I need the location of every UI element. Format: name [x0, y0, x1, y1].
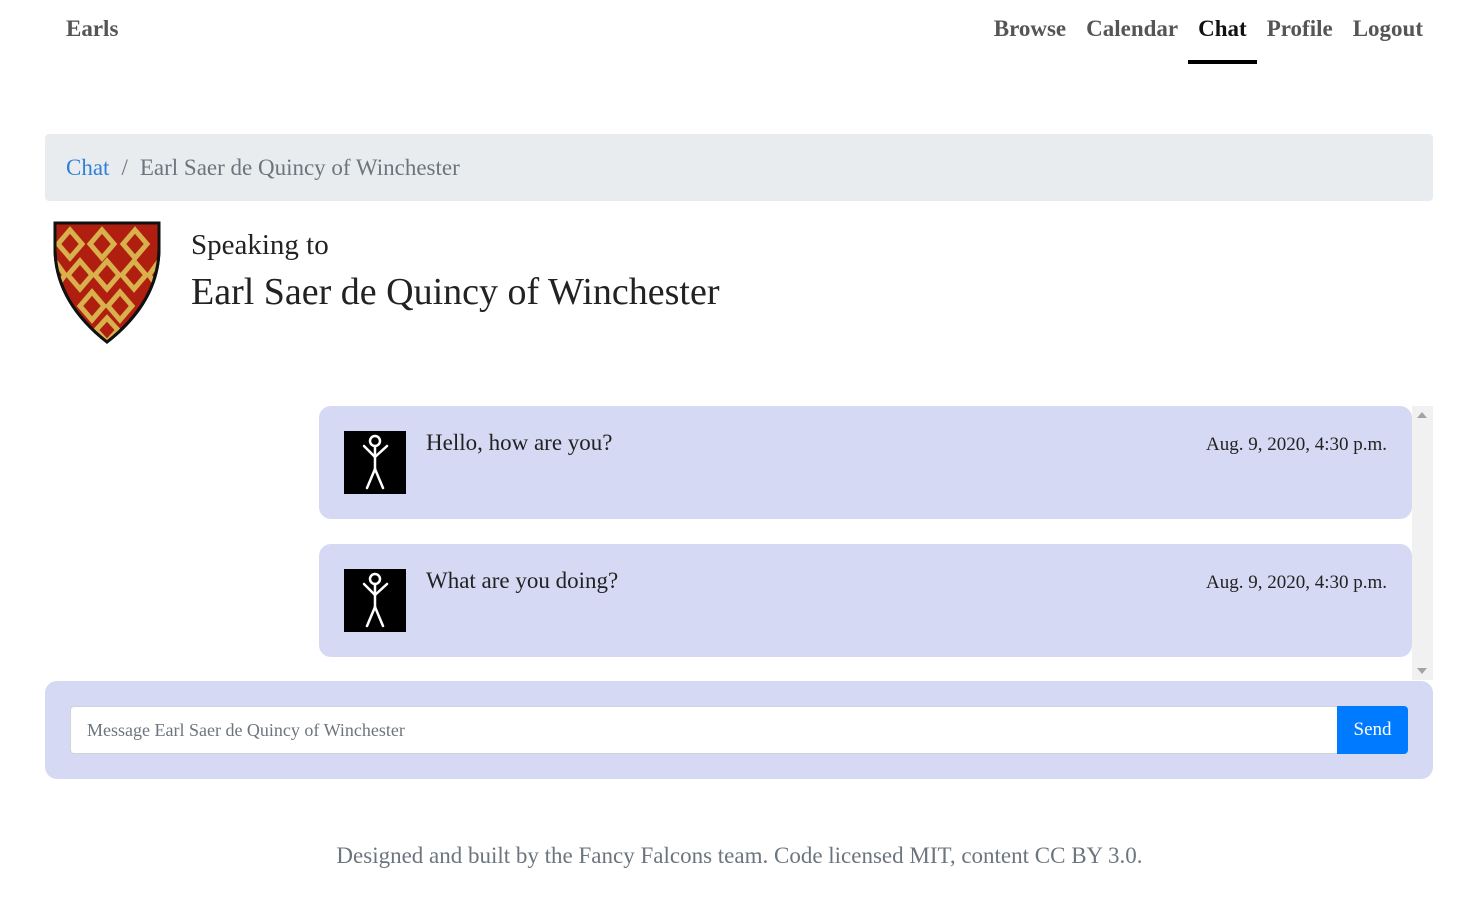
message-text: What are you doing? [426, 568, 619, 593]
footer-text: Designed and built by the Fancy Falcons … [336, 843, 1143, 868]
message-timestamp: Aug. 9, 2020, 4:30 p.m. [1205, 572, 1387, 593]
breadcrumb-chat-link[interactable]: Chat [66, 155, 109, 181]
nav-browse[interactable]: Browse [984, 0, 1076, 64]
scroll-up-arrow-icon[interactable] [1417, 412, 1427, 418]
coat-of-arms-icon [53, 221, 161, 344]
speaking-to-label: Speaking to [191, 229, 329, 261]
message-scrollbar[interactable] [1412, 406, 1433, 680]
send-button[interactable]: Send [1337, 706, 1408, 754]
breadcrumb-current: Earl Saer de Quincy of Winchester [139, 154, 460, 180]
breadcrumb-separator: / [121, 154, 128, 180]
stick-figure-icon [344, 431, 406, 494]
nav-calendar[interactable]: Calendar [1076, 0, 1188, 64]
message-timestamp: Aug. 9, 2020, 4:30 p.m. [1205, 434, 1387, 455]
nav-logout[interactable]: Logout [1343, 0, 1433, 64]
navbar: Earls Browse Calendar Chat Profile Logou… [0, 0, 1479, 64]
message-item: Hello, how are you? Aug. 9, 2020, 4:30 p… [319, 406, 1412, 519]
stick-figure-icon [344, 569, 406, 632]
nav-chat[interactable]: Chat [1188, 0, 1257, 64]
message-composer: Send [45, 681, 1433, 779]
recipient-name: Earl Saer de Quincy of Winchester [191, 271, 720, 313]
message-text: Hello, how are you? [426, 430, 613, 455]
scroll-down-arrow-icon[interactable] [1417, 668, 1427, 674]
nav-menu: Browse Calendar Chat Profile Logout [984, 0, 1433, 64]
brand-link[interactable]: Earls [66, 16, 118, 42]
nav-profile[interactable]: Profile [1257, 0, 1343, 64]
message-list[interactable]: Hello, how are you? Aug. 9, 2020, 4:30 p… [45, 406, 1433, 680]
message-item: What are you doing? Aug. 9, 2020, 4:30 p… [319, 544, 1412, 657]
message-input[interactable] [70, 706, 1338, 754]
breadcrumb: Chat / Earl Saer de Quincy of Winchester [45, 134, 1433, 201]
